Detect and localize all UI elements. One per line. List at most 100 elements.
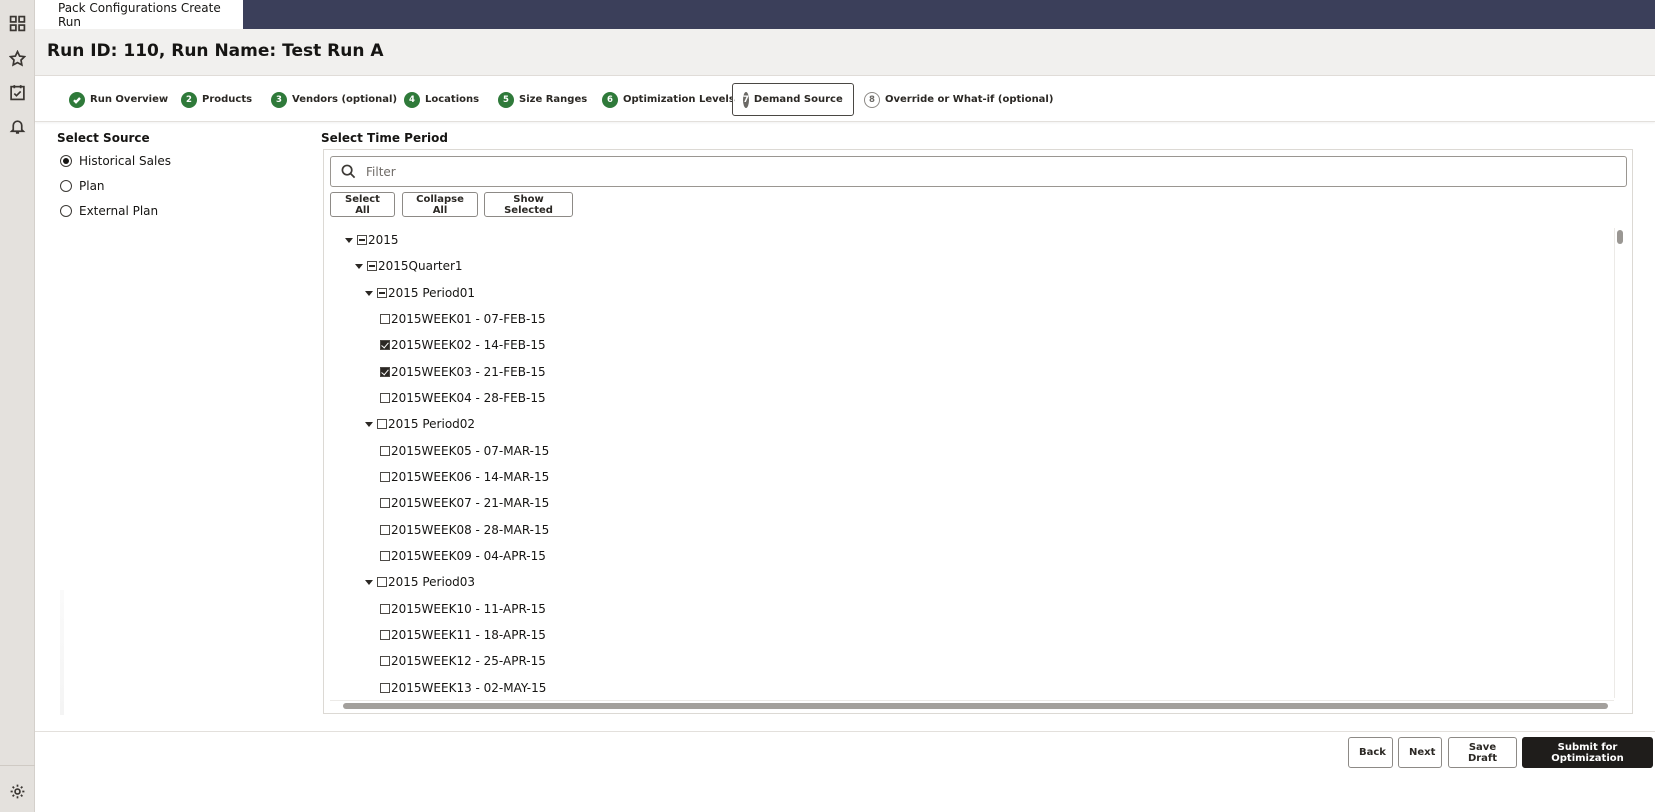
partial-checkbox[interactable] — [357, 235, 367, 245]
step-demand-source[interactable]: 7 Demand Source — [732, 83, 854, 116]
step-number: 6 — [602, 91, 618, 108]
submit-for-optimization-button[interactable]: Submit for Optimization — [1522, 737, 1653, 768]
tree-node-label: 2015WEEK03 - 21-FEB-15 — [391, 365, 546, 379]
collapse-arrow-icon[interactable] — [364, 289, 373, 298]
radio-button[interactable] — [60, 155, 72, 167]
tree-leaf-2015week06[interactable]: 2015WEEK06 - 14-MAR-15 — [380, 468, 549, 486]
step-number: 8 — [864, 91, 880, 108]
checkbox[interactable] — [380, 604, 390, 614]
gear-icon[interactable] — [6, 780, 28, 802]
top-bar — [35, 0, 1655, 29]
tree-leaf-2015week09[interactable]: 2015WEEK09 - 04-APR-15 — [380, 547, 546, 565]
checkbox[interactable] — [377, 419, 387, 429]
tree-leaf-2015week01[interactable]: 2015WEEK01 - 07-FEB-15 — [380, 310, 546, 328]
tree-node-2015[interactable]: 2015 — [344, 231, 399, 249]
tree-leaf-2015week10[interactable]: 2015WEEK10 - 11-APR-15 — [380, 600, 546, 618]
rail-divider — [0, 765, 35, 766]
next-button[interactable]: Next — [1398, 737, 1442, 768]
tree-node-label: 2015WEEK05 - 07-MAR-15 — [391, 444, 550, 458]
collapse-arrow-icon[interactable] — [344, 236, 353, 245]
step-number: 4 — [404, 91, 420, 108]
grid-icon[interactable] — [6, 12, 28, 34]
radio-external-plan[interactable]: External Plan — [60, 204, 158, 218]
tree-leaf-2015week12[interactable]: 2015WEEK12 - 25-APR-15 — [380, 652, 546, 670]
checkbox[interactable] — [380, 525, 390, 535]
vertical-scrollbar[interactable] — [1614, 228, 1626, 698]
tree-node-2015-period01[interactable]: 2015 Period01 — [364, 284, 475, 302]
back-button[interactable]: Back — [1348, 737, 1393, 768]
step-products[interactable]: 2 Products — [181, 83, 252, 116]
checklist-icon[interactable] — [6, 81, 28, 103]
search-icon — [341, 164, 356, 179]
checkbox[interactable] — [380, 683, 390, 693]
partial-checkbox[interactable] — [367, 261, 377, 271]
tree-leaf-2015week11[interactable]: 2015WEEK11 - 18-APR-15 — [380, 626, 546, 644]
step-run-overview[interactable]: Run Overview — [69, 83, 168, 116]
tree-node-2015-period02[interactable]: 2015 Period02 — [364, 415, 475, 433]
step-override-what-if[interactable]: 8 Override or What-if (optional) — [864, 83, 1053, 116]
show-selected-button[interactable]: Show Selected — [484, 192, 573, 217]
page-title: Run ID: 110, Run Name: Test Run A — [47, 41, 384, 61]
tree-leaf-2015week04[interactable]: 2015WEEK04 - 28-FEB-15 — [380, 389, 546, 407]
checkbox[interactable] — [380, 393, 390, 403]
vertical-scroll-thumb[interactable] — [1617, 230, 1623, 244]
step-vendors[interactable]: 3 Vendors (optional) — [271, 83, 397, 116]
checkbox[interactable] — [380, 446, 390, 456]
tree-node-label: 2015 — [368, 233, 399, 247]
tree-node-label: 2015WEEK13 - 02-MAY-15 — [391, 681, 547, 695]
collapse-all-button[interactable]: Collapse All — [402, 192, 478, 217]
tree-leaf-2015week02[interactable]: 2015WEEK02 - 14-FEB-15 — [380, 336, 546, 354]
step-size-ranges[interactable]: 5 Size Ranges — [498, 83, 587, 116]
step-label: Optimization Levels — [623, 94, 735, 105]
collapse-arrow-icon[interactable] — [354, 262, 363, 271]
collapse-arrow-icon[interactable] — [364, 578, 373, 587]
checkbox[interactable] — [380, 314, 390, 324]
tree-leaf-2015week08[interactable]: 2015WEEK08 - 28-MAR-15 — [380, 521, 549, 539]
tree-node-2015quarter1[interactable]: 2015Quarter1 — [354, 257, 463, 275]
tree-node-label: 2015WEEK12 - 25-APR-15 — [391, 654, 546, 668]
step-number: 5 — [498, 91, 514, 108]
radio-button[interactable] — [60, 180, 72, 192]
filter-field[interactable] — [330, 156, 1627, 187]
step-locations[interactable]: 4 Locations — [404, 83, 479, 116]
horizontal-scroll-thumb[interactable] — [343, 703, 1608, 709]
tree-leaf-2015week13[interactable]: 2015WEEK13 - 02-MAY-15 — [380, 679, 546, 697]
radio-plan[interactable]: Plan — [60, 179, 105, 193]
tree-node-label: 2015 Period01 — [388, 286, 476, 300]
checkbox[interactable] — [380, 472, 390, 482]
tree-node-label: 2015WEEK04 - 28-FEB-15 — [391, 391, 546, 405]
navigation-rail — [0, 0, 35, 812]
radio-button[interactable] — [60, 205, 72, 217]
tree-leaf-2015week03[interactable]: 2015WEEK03 - 21-FEB-15 — [380, 363, 546, 381]
collapse-arrow-icon[interactable] — [364, 420, 373, 429]
select-all-button[interactable]: Select All — [330, 192, 395, 217]
checkbox[interactable] — [380, 498, 390, 508]
checkbox[interactable] — [380, 551, 390, 561]
tree-node-2015-period03[interactable]: 2015 Period03 — [364, 573, 475, 591]
partial-checkbox[interactable] — [377, 288, 387, 298]
filter-input[interactable] — [366, 164, 1566, 179]
radio-label: Historical Sales — [79, 154, 171, 168]
bell-icon[interactable] — [6, 115, 28, 137]
tab-pack-configurations[interactable]: Pack Configurations Create Run — [35, 0, 243, 29]
radio-historical-sales[interactable]: Historical Sales — [60, 154, 171, 168]
select-time-period-title: Select Time Period — [321, 131, 448, 145]
checkbox[interactable] — [377, 577, 387, 587]
tree-node-label: 2015WEEK09 - 04-APR-15 — [391, 549, 546, 563]
checkbox[interactable] — [380, 656, 390, 666]
step-optimization-levels[interactable]: 6 Optimization Levels — [602, 83, 735, 116]
save-draft-button[interactable]: Save Draft — [1448, 737, 1517, 768]
star-icon[interactable] — [6, 47, 28, 69]
train-stepper: Run Overview 2 Products 3 Vendors (optio… — [35, 76, 1655, 122]
checked-checkbox[interactable] — [380, 367, 390, 377]
tree-node-label: 2015Quarter1 — [378, 259, 463, 273]
radio-label: External Plan — [79, 204, 159, 218]
tree-node-label: 2015WEEK06 - 14-MAR-15 — [391, 470, 550, 484]
panel-shadow — [60, 590, 64, 715]
step-label: Run Overview — [90, 94, 169, 105]
tree-leaf-2015week07[interactable]: 2015WEEK07 - 21-MAR-15 — [380, 494, 549, 512]
checked-checkbox[interactable] — [380, 340, 390, 350]
select-source-title: Select Source — [57, 131, 150, 145]
tree-leaf-2015week05[interactable]: 2015WEEK05 - 07-MAR-15 — [380, 442, 549, 460]
checkbox[interactable] — [380, 630, 390, 640]
